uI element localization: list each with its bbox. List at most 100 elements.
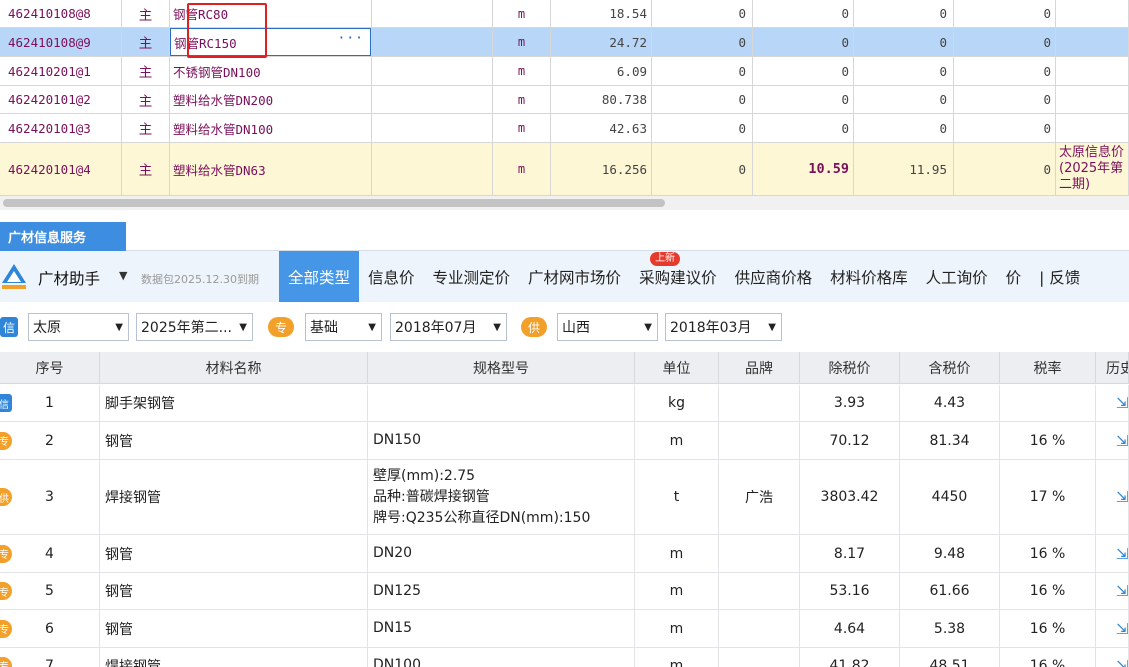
month-select-1[interactable]: 2018年07月 ▼ [390,313,507,341]
name-cell-editing[interactable]: 钢管RC150 ··· [170,28,372,56]
price-cell[interactable]: 0 [954,114,1056,142]
price-cell[interactable]: 0 [753,28,854,56]
table-row[interactable]: 专 7 焊接钢管 DN100 m 41.82 48.51 16 % ⇲ [0,648,1129,667]
price-cell[interactable]: 0 [954,86,1056,113]
price-cell[interactable]: 0 [753,57,854,85]
price-cell[interactable]: 0 [753,114,854,142]
tab-price-more[interactable]: 价 [997,251,1031,302]
name-cell[interactable]: 钢管RC80 [170,0,372,27]
table-row[interactable]: 462420101@2 主 塑料给水管DN200 m 80.738 0 0 0 … [0,86,1129,114]
name-cell[interactable]: 塑料给水管DN100 [170,114,372,142]
table-row[interactable]: 专 4 钢管 DN20 m 8.17 9.48 16 % ⇲ [0,535,1129,573]
province-select[interactable]: 山西 ▼ [557,313,658,341]
header-index[interactable]: 序号 [0,352,100,384]
history-chart-icon[interactable]: ⇲ [1096,545,1128,563]
table-row-highlighted[interactable]: 462420101@4 主 塑料给水管DN63 m 16.256 0 10.59… [0,143,1129,196]
chevron-down-icon[interactable]: ▼ [119,269,127,282]
name-cell[interactable]: 塑料给水管DN63 [170,143,372,195]
tab-material-info-service[interactable]: 广材信息服务 [0,222,126,251]
price-cell[interactable]: 0 [652,114,753,142]
price-ex-tax-cell: 3803.42 [800,460,900,534]
table-row[interactable]: 专 6 钢管 DN15 m 4.64 5.38 16 % ⇲ [0,610,1129,648]
tab-purchase-advice[interactable]: 上新 采购建议价 [630,251,726,302]
table-row[interactable]: 供 3 焊接钢管 壁厚(mm):2.75 品种:普碳焊接钢管 牌号:Q235公称… [0,460,1129,535]
name-edit-input[interactable]: 钢管RC150 ··· [170,28,371,56]
brand-cell [719,610,800,647]
price-cell[interactable]: 0 [954,143,1056,195]
price-cell[interactable]: 0 [954,0,1056,27]
price-cell[interactable]: 0 [854,28,954,56]
spec-cell[interactable] [372,28,493,56]
price-cell[interactable]: 10.59 [753,143,854,195]
table-row-selected[interactable]: 46241010​8@9 主 钢管RC150 ··· m 24.72 0 0 0… [0,28,1129,57]
history-chart-icon[interactable]: ⇲ [1096,582,1128,600]
history-cell: ⇲ [1096,610,1129,647]
price-cell[interactable]: 0 [954,28,1056,56]
table-row[interactable]: 462410201@1 主 不锈钢管DN100 m 6.09 0 0 0 0 [0,57,1129,86]
price-cell[interactable]: 0 [753,0,854,27]
price-in-tax-cell: 5.38 [900,610,1000,647]
header-brand[interactable]: 品牌 [719,352,800,384]
header-material-name[interactable]: 材料名称 [100,352,368,384]
source-cell [1056,0,1129,27]
scrollbar-thumb[interactable] [3,199,665,207]
table-row[interactable]: 信 1 脚手架钢管 kg 3.93 4.43 ⇲ [0,385,1129,422]
tab-professional-price[interactable]: 专业测定价 [424,251,520,302]
category-select[interactable]: 基础 ▼ [305,313,382,341]
price-cell[interactable]: 0 [753,86,854,113]
header-history[interactable]: 历史 [1096,352,1129,384]
history-chart-icon[interactable]: ⇲ [1096,620,1128,638]
spec-cell[interactable] [372,0,493,27]
price-cell[interactable]: 0 [652,0,753,27]
spec-cell: 壁厚(mm):2.75 品种:普碳焊接钢管 牌号:Q235公称直径DN(mm):… [368,460,635,534]
tax-rate-cell: 16 % [1000,610,1096,647]
month-select-2[interactable]: 2018年03月 ▼ [665,313,782,341]
name-cell[interactable]: 不锈钢管DN100 [170,57,372,85]
material-name-cell: 脚手架钢管 [100,385,368,421]
period-select[interactable]: 2025年第二... ▼ [136,313,253,341]
app-name[interactable]: 广材助手 [38,267,100,289]
history-cell: ⇲ [1096,648,1129,667]
tab-info-price[interactable]: 信息价 [359,251,424,302]
horizontal-scrollbar[interactable] [0,196,1129,210]
spec-cell[interactable] [372,114,493,142]
table-row[interactable]: 462420101@3 主 塑料给水管DN100 m 42.63 0 0 0 0 [0,114,1129,143]
history-chart-icon[interactable]: ⇲ [1096,432,1128,450]
price-cell[interactable]: 0 [954,57,1056,85]
tab-labor-inquiry[interactable]: 人工询价 [917,251,997,302]
header-price-ex-tax[interactable]: 除税价 [800,352,900,384]
price-cell[interactable]: 0 [652,57,753,85]
tab-market-price[interactable]: 广材网市场价 [519,251,630,302]
table-row[interactable]: 46241010​8@8 主 钢管RC80 m 18.54 0 0 0 0 [0,0,1129,28]
spec-cell[interactable] [372,57,493,85]
price-cell[interactable]: 0 [652,86,753,113]
header-spec[interactable]: 规格型号 [368,352,635,384]
price-cell[interactable]: 0 [854,86,954,113]
more-options-icon[interactable]: ··· [338,31,364,46]
history-chart-icon[interactable]: ⇲ [1096,488,1128,506]
price-cell[interactable]: 0 [854,57,954,85]
price-cell[interactable]: 0 [652,28,753,56]
price-cell[interactable]: 0 [652,143,753,195]
table-row[interactable]: 专 5 钢管 DN125 m 53.16 61.66 16 % ⇲ [0,573,1129,610]
spec-cell[interactable] [372,86,493,113]
city-select[interactable]: 太原 ▼ [28,313,129,341]
index-value: 4 [45,545,54,562]
price-cell[interactable]: 11.95 [854,143,954,195]
header-price-in-tax[interactable]: 含税价 [900,352,1000,384]
price-cell[interactable]: 0 [854,0,954,27]
header-tax-rate[interactable]: 税率 [1000,352,1096,384]
price-cell[interactable]: 0 [854,114,954,142]
spec-cell[interactable] [372,143,493,195]
tab-supplier-price[interactable]: 供应商价格 [726,251,822,302]
history-chart-icon[interactable]: ⇲ [1096,657,1128,667]
index-value: 5 [45,583,54,599]
history-chart-icon[interactable]: ⇲ [1096,394,1128,412]
code-cell: 462410201@1 [0,57,122,85]
tab-price-library[interactable]: 材料价格库 [821,251,917,302]
name-cell[interactable]: 塑料给水管DN200 [170,86,372,113]
header-unit[interactable]: 单位 [635,352,719,384]
tab-all-types[interactable]: 全部类型 [279,251,360,302]
tab-feedback[interactable]: | 反馈 [1030,251,1089,302]
table-row[interactable]: 专 2 钢管 DN150 m 70.12 81.34 16 % ⇲ [0,422,1129,460]
